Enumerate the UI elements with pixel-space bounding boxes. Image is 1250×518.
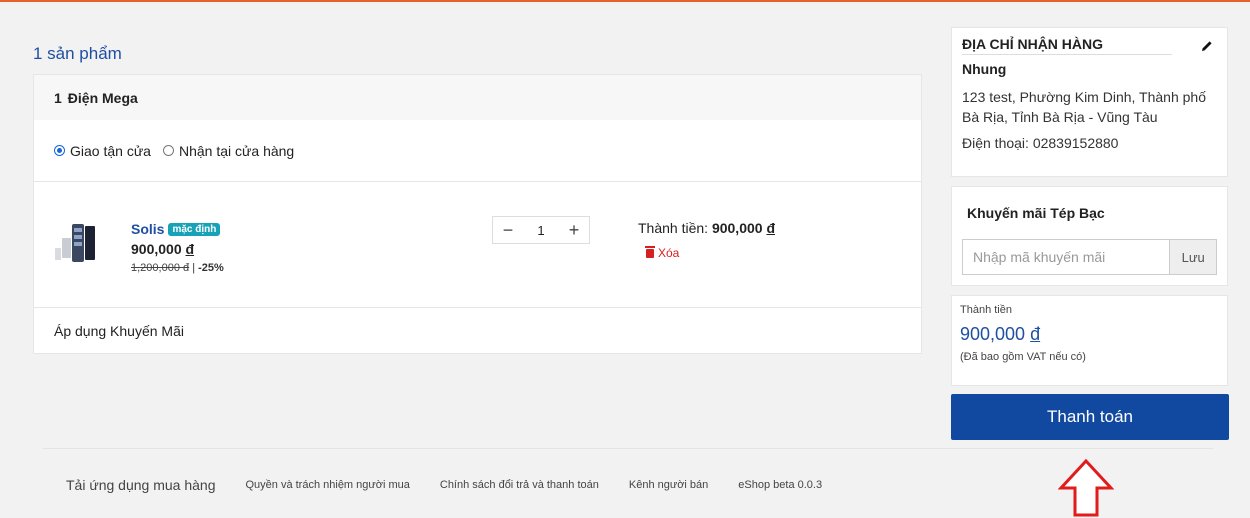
summary-currency: đ xyxy=(1030,324,1041,344)
edit-pencil-icon[interactable] xyxy=(1201,40,1213,52)
apply-promo-link[interactable]: Áp dụng Khuyến Mãi xyxy=(34,308,921,353)
product-thumbnail[interactable] xyxy=(52,222,100,266)
shipping-address-panel: ĐỊA CHỈ NHẬN HÀNG Nhung 123 test, Phường… xyxy=(951,27,1228,177)
price-value: 900,000 xyxy=(131,241,182,257)
footer-link-buyer-rights[interactable]: Quyền và trách nhiệm người mua xyxy=(245,479,409,491)
quantity-value[interactable]: 1 xyxy=(523,223,559,238)
cart-item: Solis mặc định 900,000 đ 1,200,000 đ | -2… xyxy=(34,182,921,308)
plus-icon[interactable]: + xyxy=(559,220,589,241)
cart-item-count: 1 sản phẩm xyxy=(33,44,122,63)
item-total-label: Thành tiền: xyxy=(638,220,709,236)
phone-number: Điện thoại: 02839152880 xyxy=(962,135,1119,151)
delete-label[interactable]: Xóa xyxy=(658,246,679,260)
item-total-currency: đ xyxy=(766,220,776,236)
default-badge: mặc định xyxy=(168,223,221,236)
shop-header: 1 Điện Mega xyxy=(34,75,921,120)
promo-save-button[interactable]: Lưu xyxy=(1170,239,1217,275)
original-price: 1,200,000 đ xyxy=(131,262,190,274)
footer-divider xyxy=(43,448,1213,449)
promo-form: Nhập mã khuyến mãi Lưu xyxy=(962,239,1217,275)
radio-checked-icon[interactable] xyxy=(54,145,65,156)
vat-note: (Đã bao gồm VAT nếu có) xyxy=(960,351,1086,363)
discount-percent: -25% xyxy=(198,262,224,274)
footer-version: eShop beta 0.0.3 xyxy=(738,479,823,491)
order-summary: Thành tiền 900,000 đ (Đã bao gồm VAT nếu… xyxy=(951,295,1228,386)
price-currency: đ xyxy=(185,241,195,257)
radio-unchecked-icon[interactable] xyxy=(162,145,174,156)
cart-card: 1 Điện Mega Giao tận cửa Nhận tại cửa hà… xyxy=(33,74,922,354)
arrow-up-icon xyxy=(1058,458,1114,517)
product-name-row: Solis mặc định xyxy=(131,221,221,237)
item-total-value: 900,000 đ xyxy=(712,220,775,236)
product-name[interactable]: Solis xyxy=(131,221,164,237)
quantity-stepper: − 1 + xyxy=(492,216,590,244)
checkout-button[interactable]: Thanh toán xyxy=(951,394,1229,440)
original-price-row: 1,200,000 đ | -25% xyxy=(131,262,224,274)
address-title: ĐỊA CHỈ NHẬN HÀNG xyxy=(962,36,1172,55)
shop-index: 1 xyxy=(54,89,62,106)
radio-delivery-door[interactable]: Giao tận cửa xyxy=(54,143,151,159)
delivery-options: Giao tận cửa Nhận tại cửa hàng xyxy=(34,120,921,182)
delete-button[interactable]: Xóa xyxy=(645,245,679,260)
product-price: 900,000 đ xyxy=(131,241,194,257)
minus-icon[interactable]: − xyxy=(493,220,523,241)
shop-name[interactable]: Điện Mega xyxy=(68,90,138,106)
item-total: Thành tiền: 900,000 đ xyxy=(638,220,775,236)
radio-label: Giao tận cửa xyxy=(70,142,151,159)
trash-icon[interactable] xyxy=(645,245,655,258)
footer-link-return-policy[interactable]: Chính sách đổi trả và thanh toán xyxy=(440,479,599,491)
promo-panel: Khuyến mãi Tép Bạc Nhập mã khuyến mãi Lư… xyxy=(951,186,1228,286)
recipient-name: Nhung xyxy=(962,61,1007,77)
summary-label: Thành tiền xyxy=(960,304,1012,316)
top-accent-line xyxy=(0,0,1250,2)
radio-delivery-pickup[interactable]: Nhận tại cửa hàng xyxy=(162,142,295,159)
promo-title: Khuyến mãi Tép Bạc xyxy=(967,205,1105,221)
promo-code-input[interactable]: Nhập mã khuyến mãi xyxy=(962,239,1171,275)
footer: Tải ứng dụng mua hàng Quyền và trách nhi… xyxy=(66,477,852,493)
address-line: 123 test, Phường Kim Dinh, Thành phố Bà … xyxy=(962,89,1206,125)
radio-label: Nhận tại cửa hàng xyxy=(178,142,295,159)
footer-download-app[interactable]: Tải ứng dụng mua hàng xyxy=(66,477,215,493)
summary-amount: 900,000 xyxy=(960,324,1026,344)
summary-total: 900,000 đ xyxy=(960,324,1219,345)
item-total-amount: 900,000 xyxy=(711,220,763,236)
footer-link-seller-channel[interactable]: Kênh người bán xyxy=(629,479,708,491)
